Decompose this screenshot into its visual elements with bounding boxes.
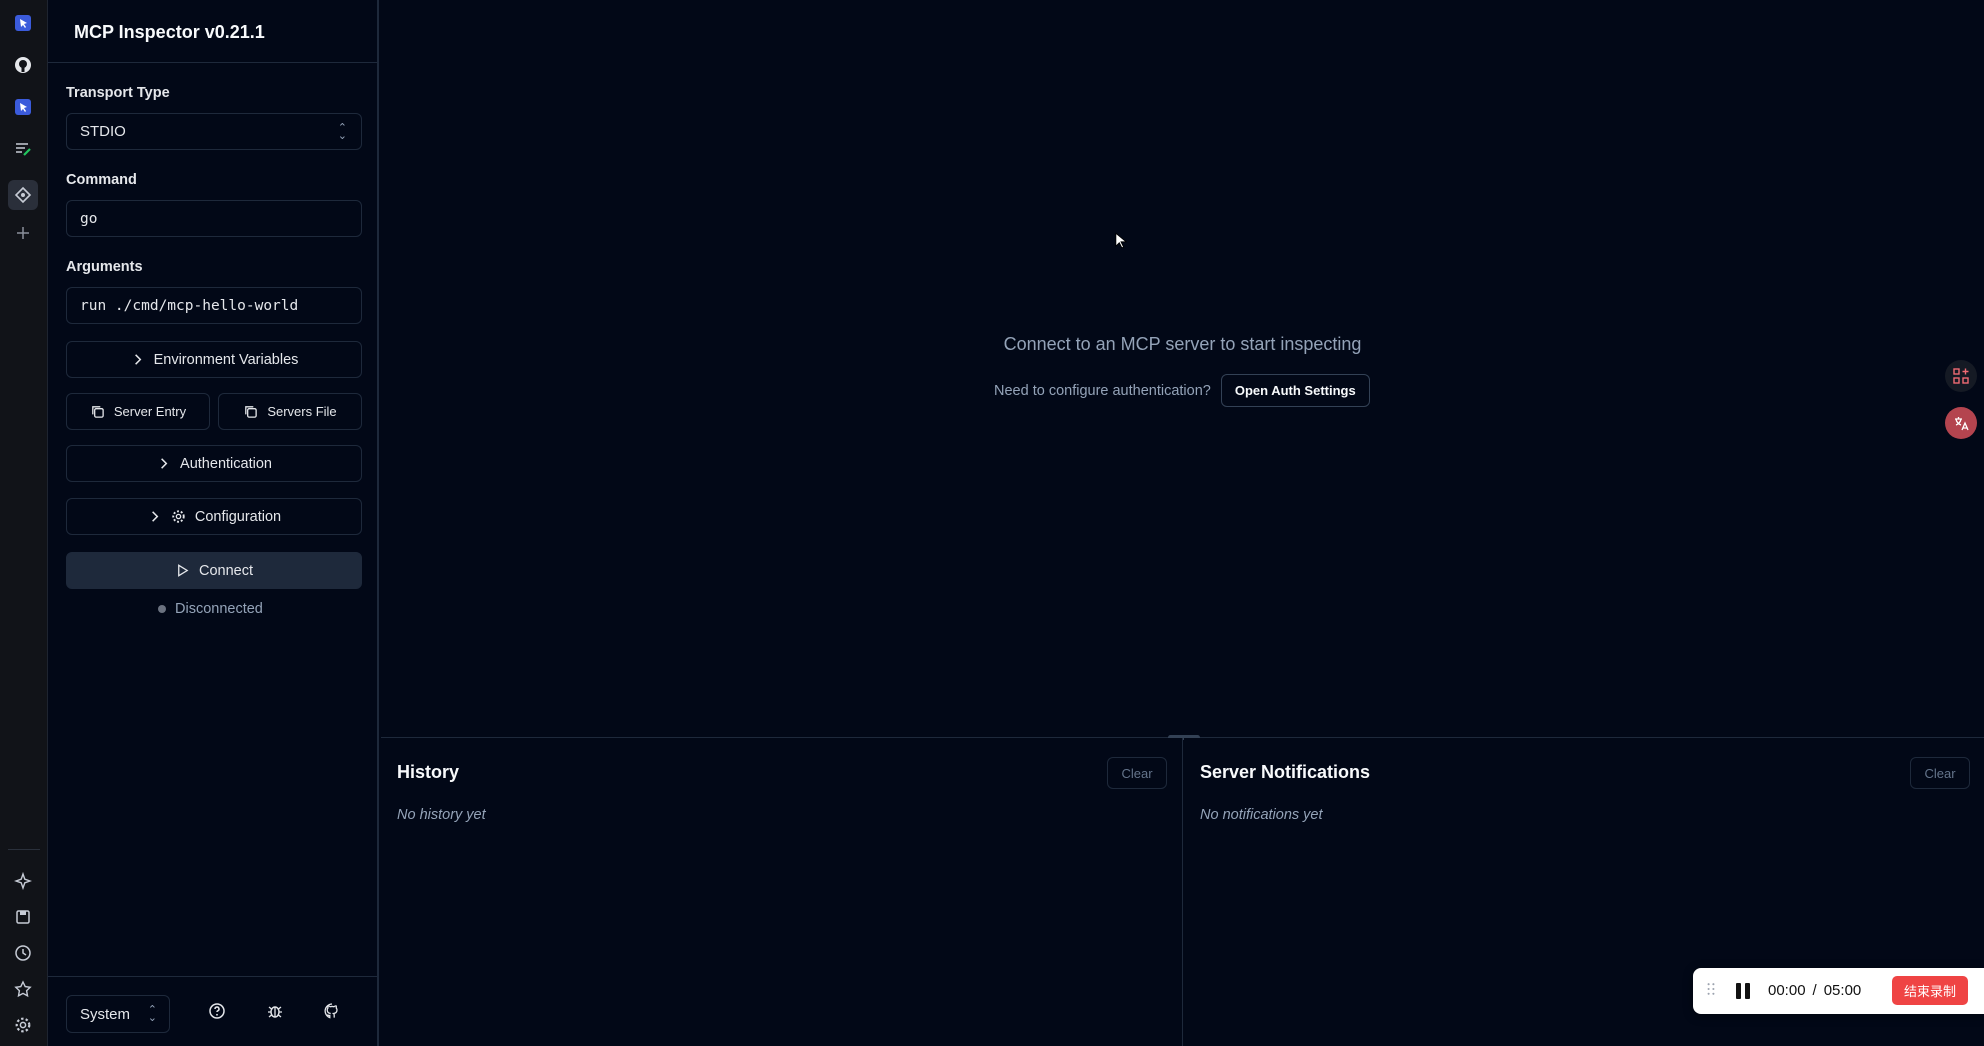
transport-type-label: Transport Type bbox=[66, 85, 170, 101]
sparkle-icon[interactable] bbox=[11, 869, 35, 893]
app-title: MCP Inspector v0.21.1 bbox=[74, 22, 265, 42]
chevron-right-icon bbox=[161, 458, 168, 469]
rail-divider bbox=[8, 849, 40, 850]
save-icon[interactable] bbox=[11, 905, 35, 929]
recording-timer: 00:00 / 05:00 bbox=[1768, 982, 1861, 999]
github-icon[interactable] bbox=[11, 53, 35, 77]
history-clear-button[interactable]: Clear bbox=[1107, 757, 1167, 789]
extension-icon[interactable] bbox=[8, 180, 38, 210]
open-auth-settings-button[interactable]: Open Auth Settings bbox=[1220, 374, 1370, 407]
github-icon[interactable] bbox=[323, 1002, 345, 1024]
chevron-up-down-icon: ⌃ ⌄ bbox=[147, 1004, 157, 1024]
timer-separator: / bbox=[1812, 982, 1817, 999]
screen-recorder-bar: 00:00 / 05:00 结束录制 bbox=[1693, 968, 1984, 1014]
transport-type-select[interactable]: STDIO ⌃ ⌄ bbox=[66, 113, 362, 150]
translate-icon[interactable] bbox=[1945, 407, 1977, 439]
elapsed-time: 00:00 bbox=[1768, 982, 1806, 999]
pause-icon[interactable] bbox=[1735, 982, 1751, 1005]
stop-recording-button[interactable]: 结束录制 bbox=[1892, 976, 1968, 1005]
notifications-empty-text: No notifications yet bbox=[1200, 807, 1323, 823]
connect-label: Connect bbox=[198, 562, 253, 579]
cursor-app-icon[interactable] bbox=[11, 11, 35, 35]
sidebar-header: MCP Inspector v0.21.1 bbox=[48, 0, 379, 63]
history-icon[interactable] bbox=[11, 941, 35, 965]
theme-select[interactable]: System ⌃ ⌄ bbox=[66, 995, 170, 1033]
play-icon bbox=[178, 564, 189, 577]
command-input[interactable]: go bbox=[66, 200, 362, 237]
notifications-clear-button[interactable]: Clear bbox=[1910, 757, 1970, 789]
server-entry-button[interactable]: Server Entry bbox=[66, 393, 210, 430]
environment-variables-button[interactable]: Environment Variables bbox=[66, 341, 362, 378]
empty-state-message: Connect to an MCP server to start inspec… bbox=[1003, 334, 1362, 354]
notifications-title: Server Notifications bbox=[1200, 762, 1371, 782]
connect-button[interactable]: Connect bbox=[66, 552, 362, 589]
arguments-input[interactable]: run ./cmd/mcp-hello-world bbox=[66, 287, 362, 324]
gear-icon[interactable] bbox=[11, 1013, 35, 1037]
server-entry-label: Server Entry bbox=[113, 404, 187, 419]
mouse-cursor-icon bbox=[1115, 232, 1128, 255]
configuration-label: Configuration bbox=[194, 508, 282, 525]
cursor-app-icon[interactable] bbox=[11, 95, 35, 119]
plus-icon[interactable] bbox=[11, 221, 35, 245]
sidebar-footer: System ⌃ ⌄ bbox=[48, 976, 379, 1046]
time-limit: 05:00 bbox=[1823, 982, 1862, 999]
theme-value: System bbox=[80, 1005, 131, 1023]
chevron-right-icon bbox=[151, 511, 159, 522]
authentication-button[interactable]: Authentication bbox=[66, 445, 362, 482]
transport-type-value: STDIO bbox=[80, 123, 126, 140]
chevron-right-icon bbox=[134, 354, 141, 365]
connection-sidebar: MCP Inspector v0.21.1 Transport Type STD… bbox=[48, 0, 379, 1046]
copy-icon bbox=[92, 406, 104, 418]
servers-file-label: Servers File bbox=[267, 404, 337, 419]
help-icon[interactable] bbox=[208, 1002, 230, 1024]
history-title: History bbox=[397, 762, 460, 782]
copy-icon bbox=[245, 406, 258, 418]
command-label: Command bbox=[66, 172, 137, 188]
notes-icon[interactable] bbox=[11, 137, 35, 161]
arguments-label: Arguments bbox=[66, 259, 143, 275]
apps-grid-icon[interactable] bbox=[1945, 360, 1977, 392]
bug-icon[interactable] bbox=[266, 1002, 288, 1024]
auth-prompt-text: Need to configure authentication? bbox=[994, 382, 1211, 399]
main-content: Connect to an MCP server to start inspec… bbox=[381, 0, 1984, 737]
history-empty-text: No history yet bbox=[397, 807, 486, 823]
environment-variables-label: Environment Variables bbox=[153, 351, 299, 368]
history-panel: History Clear No history yet bbox=[381, 738, 1183, 1046]
status-text: Disconnected bbox=[175, 601, 263, 617]
app-icon-rail bbox=[0, 0, 48, 1046]
configuration-button[interactable]: Configuration bbox=[66, 498, 362, 535]
chevron-up-down-icon: ⌃ ⌄ bbox=[337, 121, 347, 142]
authentication-label: Authentication bbox=[180, 455, 272, 472]
gear-icon bbox=[172, 510, 185, 523]
connection-status: Disconnected bbox=[158, 601, 263, 617]
servers-file-button[interactable]: Servers File bbox=[218, 393, 362, 430]
drag-handle-icon[interactable] bbox=[1707, 982, 1715, 1001]
star-icon[interactable] bbox=[11, 977, 35, 1001]
status-dot bbox=[158, 605, 166, 613]
auth-prompt-row: Need to configure authentication? Open A… bbox=[994, 374, 1370, 407]
